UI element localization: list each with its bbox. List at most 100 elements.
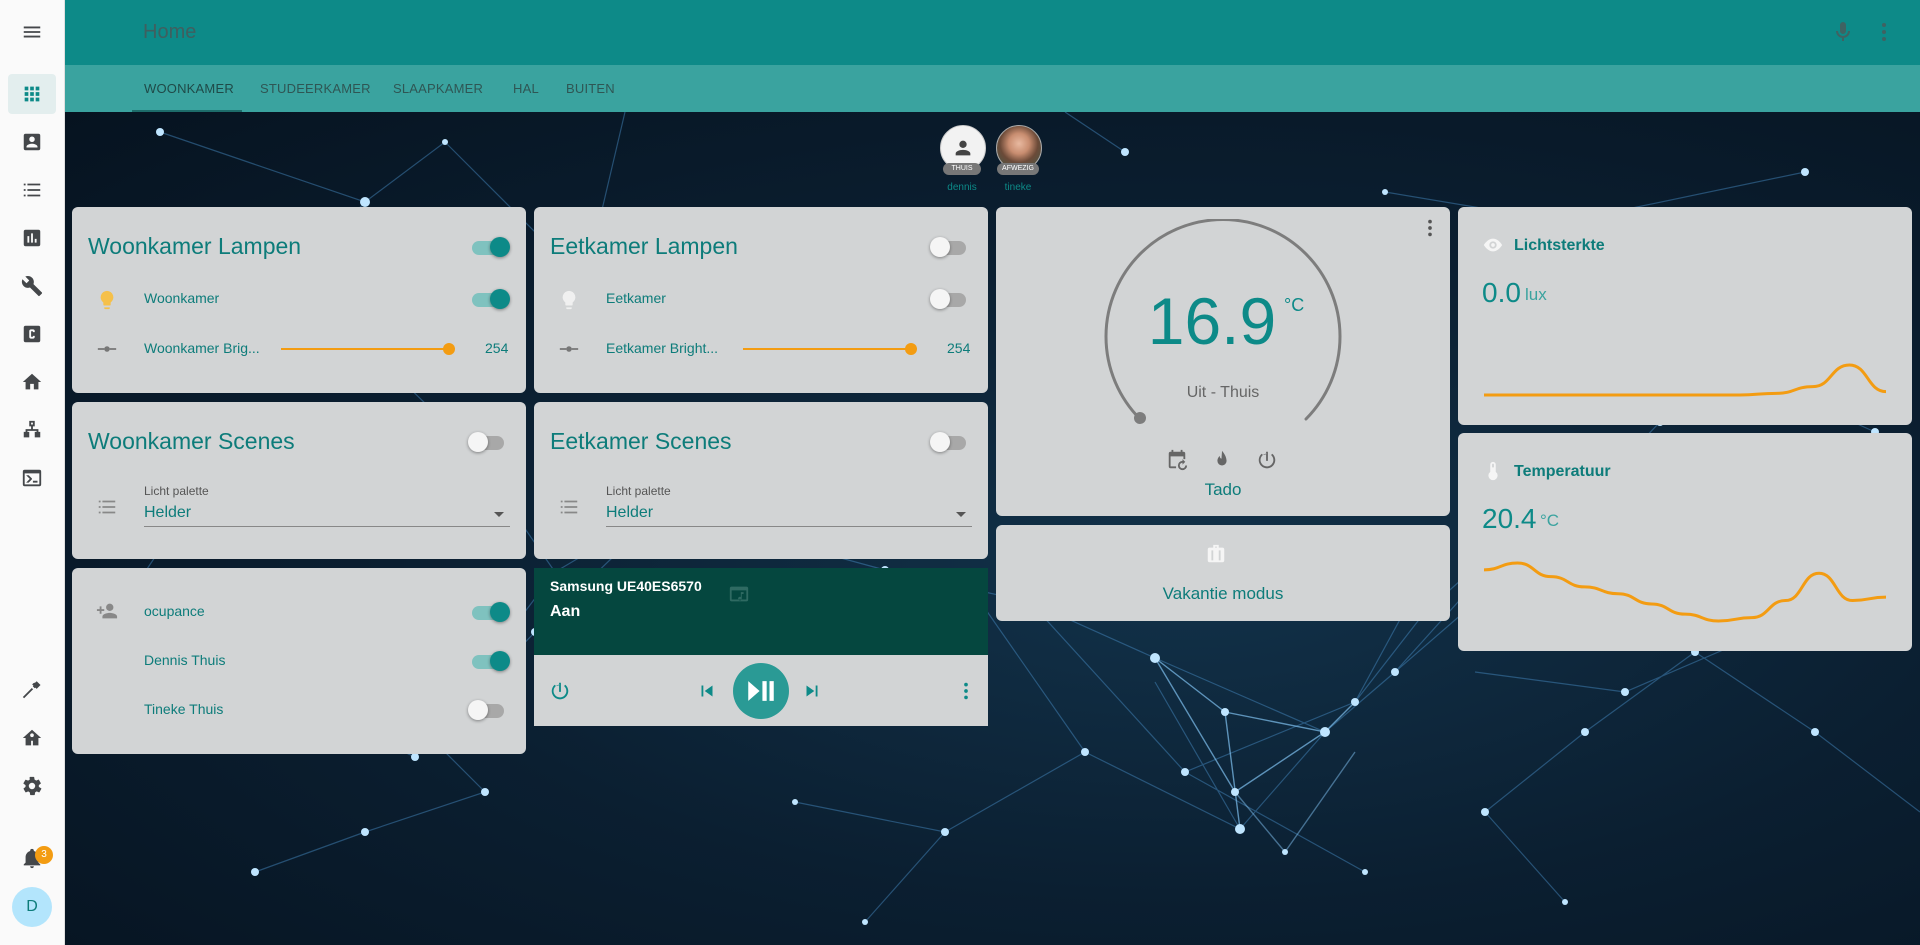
tab-hal[interactable]: HAL [501,65,551,112]
sidebar-item-people[interactable] [8,122,56,162]
chart-box-icon [23,229,41,247]
assist-button[interactable] [1831,20,1855,44]
slider-icon [96,338,118,360]
menu-icon [23,26,41,38]
light-toggle[interactable] [472,289,510,309]
occupancy-row-label: ocupance [144,603,205,619]
sidebar-item-codes[interactable] [8,314,56,354]
list-icon [23,183,41,197]
power-icon[interactable] [1256,449,1278,471]
woonkamer-scenes-card: Woonkamer Scenes Licht palette Helder [72,402,526,559]
media-artwork-area: Samsung UE40ES6570 Aan [534,568,988,655]
hammer-icon [22,681,41,699]
select-label: Licht palette [606,484,671,498]
tab-studeerkamer[interactable]: STUDEERKAMER [248,65,383,112]
sidebar-item-history[interactable] [8,218,56,258]
lichtsterkte-trend-line [1484,363,1887,397]
play-pause-button[interactable] [733,663,789,719]
media-state: Aan [550,603,581,620]
sidebar-item-developer[interactable] [8,266,56,306]
card-title: Woonkamer Scenes [88,428,295,454]
calendar-sync-icon[interactable] [1166,449,1188,471]
microphone-icon [1836,22,1850,41]
account-box-icon [23,133,41,151]
fire-icon[interactable] [1211,449,1233,471]
select-underline [606,526,972,527]
select-underline [144,526,510,527]
occupancy-card: ocupance Dennis Thuis Tineke Thuis [72,568,526,754]
wrench-icon [21,276,43,297]
thermostat-card: 16.9 °C Uit - Thuis Tado [996,207,1450,516]
woonkamer-lampen-card: Woonkamer Lampen Woonkamer Woonkamer Bri… [72,207,526,393]
format-list-icon [558,496,580,518]
alpha-c-box-icon [23,325,41,343]
brightness-label: Eetkamer Bright... [606,340,719,356]
sitemap-icon [23,420,41,438]
format-list-icon [96,496,118,518]
hvac-mode-label: Uit - Thuis [1186,384,1260,401]
light-toggle[interactable] [930,289,968,309]
group-toggle[interactable] [468,432,506,452]
sidebar-item-network[interactable] [8,410,56,450]
previous-track-button[interactable] [696,680,718,702]
menu-button[interactable] [8,12,56,52]
lichtsterkte-sensor-card[interactable]: Lichtsterkte 0.0 lux [1458,207,1912,425]
card-title: Woonkamer Lampen [88,233,302,259]
dots-vertical-icon[interactable] [955,680,977,702]
tab-buiten[interactable]: BUITEN [554,65,627,112]
media-player-card: Samsung UE40ES6570 Aan [534,568,988,726]
temperatuur-trend-line [1483,561,1887,623]
home-assistant-icon [22,729,42,746]
sidebar-item-settings[interactable] [8,766,56,806]
view-tabs: WOONKAMER STUDEERKAMER SLAAPKAMER HAL BU… [65,65,1920,112]
brightness-slider[interactable] [743,343,917,355]
temperature-unit: °C [1284,295,1305,315]
notifications-button[interactable]: 3 [8,838,56,878]
group-toggle[interactable] [930,237,968,257]
group-toggle[interactable] [930,432,968,452]
lichtsterkte-trend-graph [1484,363,1887,397]
sidebar: 3 D [0,0,65,945]
sidebar-item-supervisor[interactable] [8,718,56,758]
next-track-button[interactable] [801,680,823,702]
dots-vertical-icon [1882,23,1886,41]
tab-slaapkamer[interactable]: SLAAPKAMER [381,65,495,112]
more-options-button[interactable] [1872,20,1896,44]
chevron-down-icon[interactable] [956,512,966,517]
sidebar-item-list[interactable] [8,170,56,210]
tineke-thuis-toggle[interactable] [468,700,506,720]
dennis-thuis-toggle[interactable] [472,651,510,671]
slider-icon [558,338,580,360]
notification-badge: 3 [35,846,53,864]
vakantie-modus-button[interactable]: Vakantie modus [996,525,1450,621]
group-toggle[interactable] [472,237,510,257]
scene-select[interactable]: Helder [606,504,653,522]
occupancy-toggle[interactable] [472,602,510,622]
eetkamer-scenes-card: Eetkamer Scenes Licht palette Helder [534,402,988,559]
page-title: Home [143,21,197,43]
card-title: Eetkamer Lampen [550,233,738,259]
user-avatar[interactable]: D [12,887,52,927]
console-icon [22,469,42,487]
person-badge-tineke[interactable]: AFWEZIG tineke [995,125,1043,195]
sidebar-item-developer-tools[interactable] [8,670,56,710]
brightness-value: 254 [485,340,509,356]
temperatuur-sensor-card[interactable]: Temperatuur 20.4 °C [1458,433,1912,651]
person-name: tineke [1004,182,1032,193]
chevron-down-icon[interactable] [494,512,504,517]
vakantie-label: Vakantie modus [1162,584,1284,603]
power-button[interactable] [549,680,571,702]
sidebar-item-terminal[interactable] [8,458,56,498]
tab-woonkamer[interactable]: WOONKAMER [132,65,242,112]
sidebar-item-home[interactable] [8,362,56,402]
grid-icon [24,86,40,102]
dots-vertical-icon[interactable] [1419,217,1441,239]
play-pause-icon [748,681,774,701]
thermostat-name: Tado [1204,480,1242,499]
tineke-thuis-label: Tineke Thuis [144,701,224,717]
temperatuur-trend-graph [1483,561,1887,623]
sidebar-item-overview[interactable] [8,74,56,114]
brightness-slider[interactable] [281,343,455,355]
scene-select[interactable]: Helder [144,504,191,522]
person-badge-dennis[interactable]: THUIS dennis [939,125,987,195]
